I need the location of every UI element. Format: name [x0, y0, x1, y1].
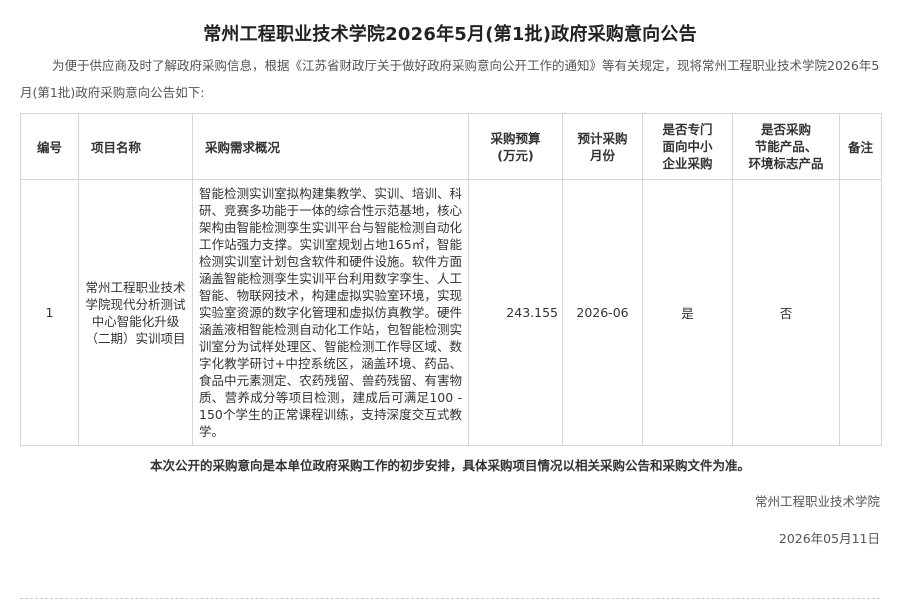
cell-sme: 是: [642, 179, 733, 446]
header-green-line2: 节能产品、: [754, 139, 818, 154]
page-title: 常州工程职业技术学院2026年5月(第1批)政府采购意向公告: [203, 24, 697, 45]
cell-project-name: 常州工程职业技术学院现代分析测试中心智能化升级（二期）实训项目: [78, 179, 193, 446]
header-no: 编号: [20, 113, 79, 180]
header-month-line2: 月份: [589, 147, 615, 163]
header-green-line1: 是否采购: [760, 122, 811, 137]
signer-name: 常州工程职业技术学院: [754, 494, 880, 509]
header-project-name: 项目名称: [78, 113, 193, 180]
cell-green-product: 否: [732, 179, 840, 446]
header-sme-line3: 企业采购: [662, 156, 713, 171]
table-header-row: 编号 项目名称 采购需求概况 采购预算 (万元) 预计采购 月份 是否专门 面向…: [20, 113, 882, 180]
cell-month: 2026-06: [562, 179, 643, 446]
header-budget-line1: 采购预算: [490, 130, 541, 146]
publish-date: 2026年05月11日: [778, 531, 880, 546]
header-green-product: 是否采购 节能产品、 环境标志产品: [732, 113, 840, 180]
header-sme-line1: 是否专门: [662, 122, 713, 137]
header-remark: 备注: [839, 113, 882, 180]
header-sme-line2: 面向中小: [662, 139, 713, 154]
cell-remark: [839, 179, 882, 446]
header-budget-line2: (万元): [497, 147, 534, 163]
header-month: 预计采购 月份: [562, 113, 643, 180]
table-row: 1 常州工程职业技术学院现代分析测试中心智能化升级（二期）实训项目 智能检测实训…: [20, 179, 882, 446]
header-month-line1: 预计采购: [577, 130, 628, 146]
header-sme: 是否专门 面向中小 企业采购: [642, 113, 733, 180]
cell-no: 1: [20, 179, 79, 446]
procurement-table: 编号 项目名称 采购需求概况 采购预算 (万元) 预计采购 月份 是否专门 面向…: [20, 113, 882, 446]
footnote-disclaimer: 本次公开的采购意向是本单位政府采购工作的初步安排，具体采购项目情况以相关采购公告…: [149, 458, 750, 473]
cell-budget: 243.155: [468, 179, 563, 446]
intro-paragraph: 为便于供应商及时了解政府采购信息，根据《江苏省财政厅关于做好政府采购意向公开工作…: [20, 58, 880, 100]
cell-requirement-summary: 智能检测实训室拟构建集教学、实训、培训、科研、竞赛多功能于一体的综合性示范基地，…: [192, 179, 469, 446]
header-budget: 采购预算 (万元): [468, 113, 563, 180]
bottom-divider: [20, 598, 880, 599]
header-requirement-summary: 采购需求概况: [192, 113, 469, 180]
header-green-line3: 环境标志产品: [748, 156, 824, 171]
